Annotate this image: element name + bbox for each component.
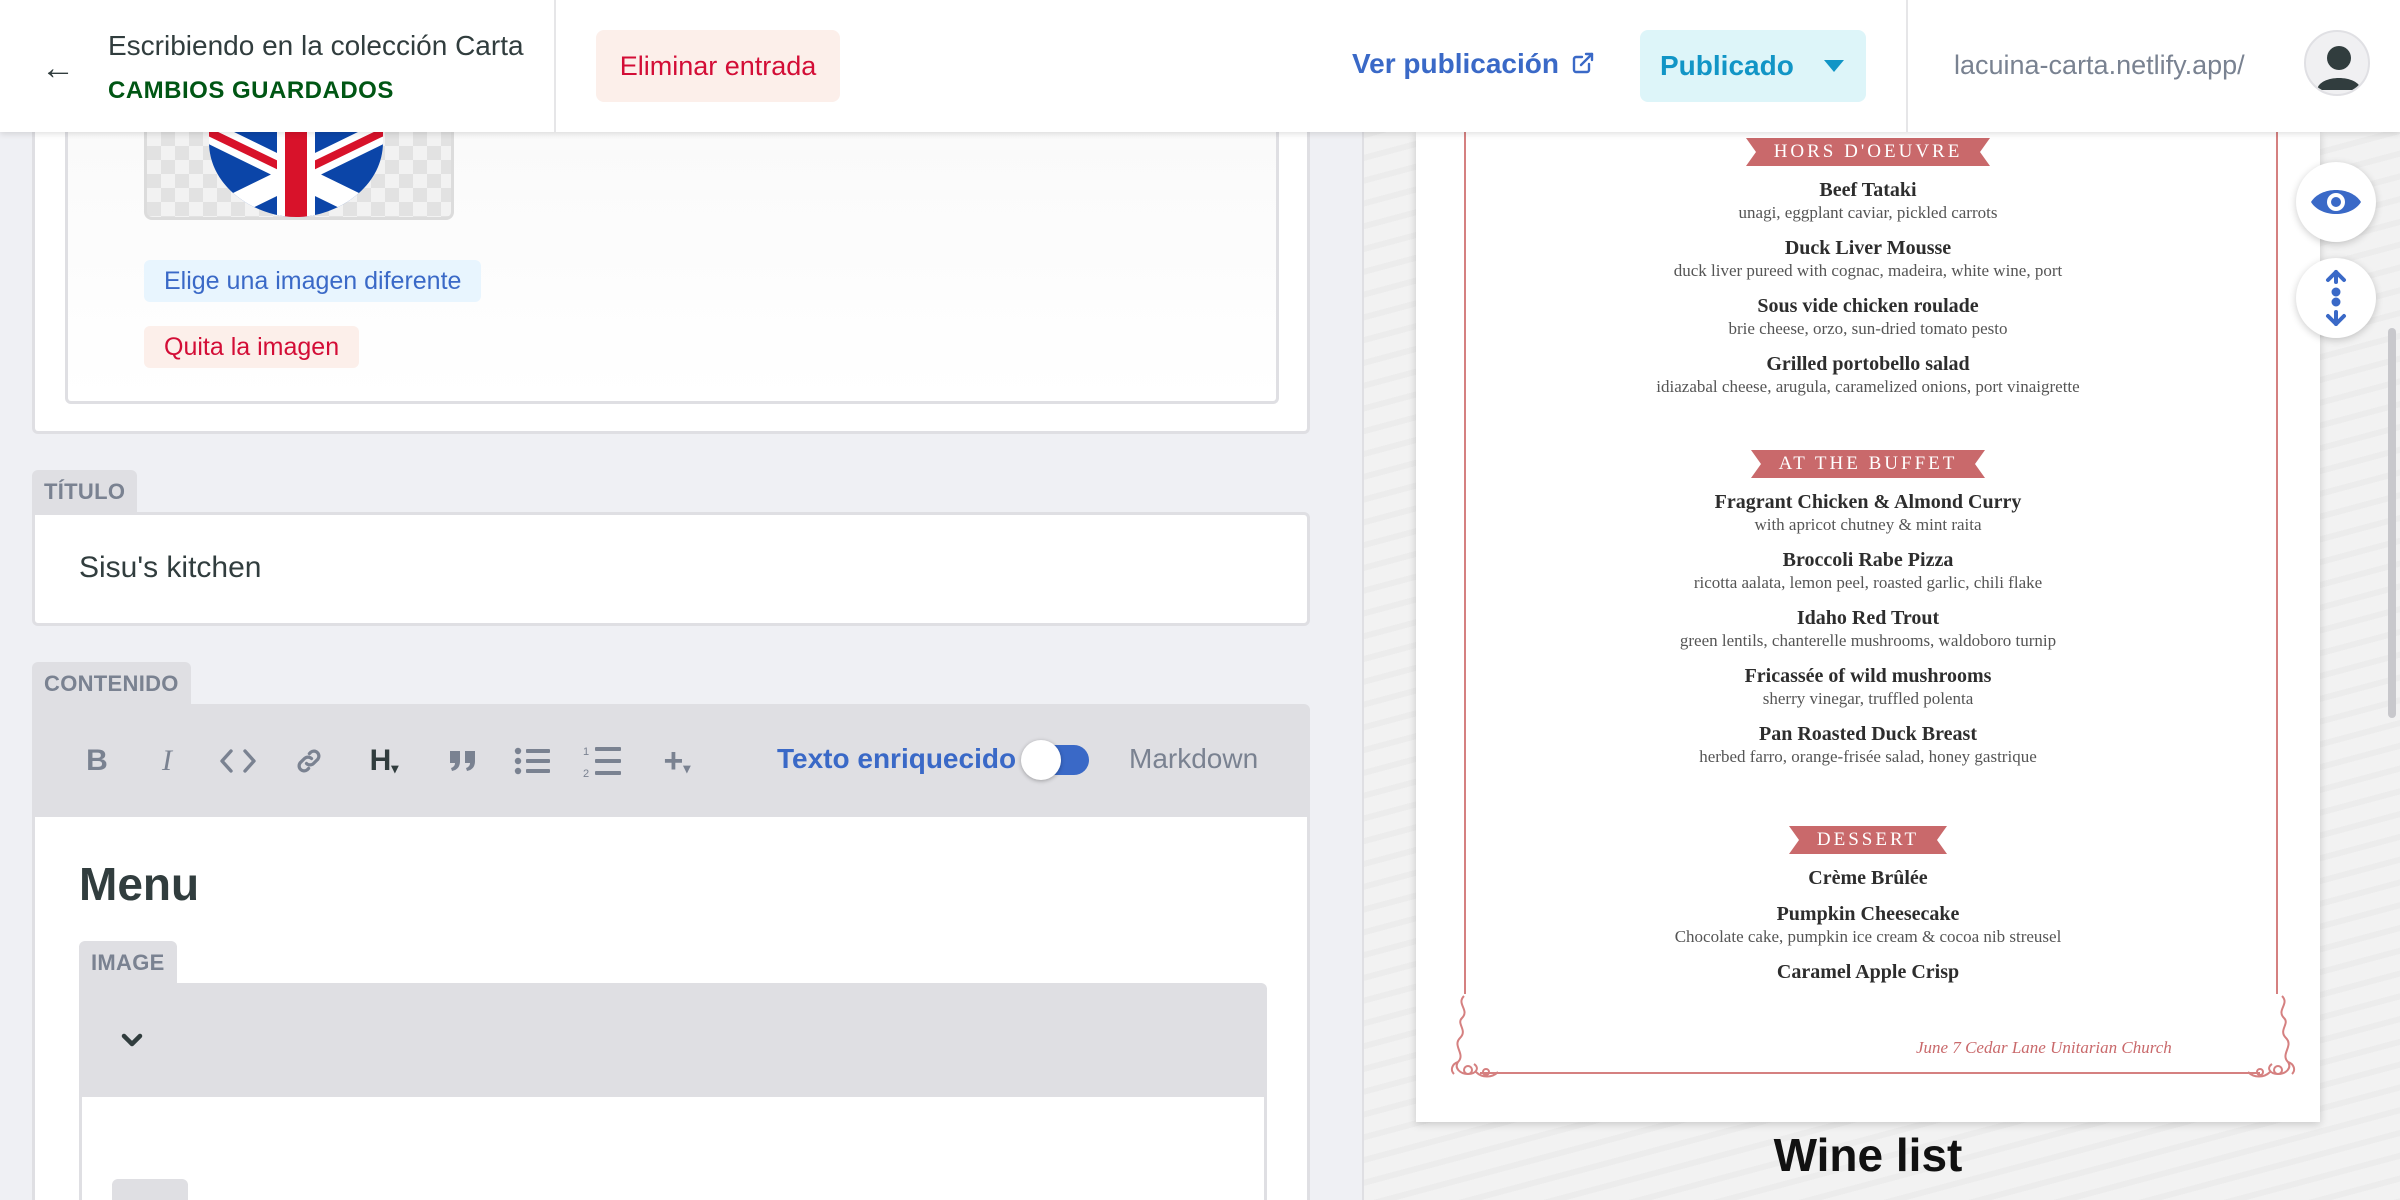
- menu-item-name: Pumpkin Cheesecake: [1776, 903, 1960, 925]
- menu-item-name: Crème Brûlée: [1808, 867, 1928, 889]
- menu-border-bottom: [1480, 1072, 2260, 1074]
- view-publication-label: Ver publicación: [1352, 48, 1559, 79]
- menu-section-hors-doeuvre: HORS D'OEUVRE Beef Tataki unagi, eggplan…: [1416, 138, 2320, 398]
- svg-text:1: 1: [583, 746, 589, 758]
- menu-section-dessert: DESSERT Crème Brûlée Pumpkin Cheesecake …: [1416, 826, 2320, 984]
- publish-status-dropdown[interactable]: Publicado: [1640, 30, 1866, 102]
- uk-flag-icon: [144, 132, 454, 220]
- menu-item-name: Grilled portobello salad: [1766, 353, 1970, 375]
- preview-visibility-button[interactable]: [2296, 162, 2376, 242]
- add-block-dropdown-icon[interactable]: + ▾: [653, 741, 701, 781]
- link-icon[interactable]: [289, 741, 329, 781]
- editor-topbar: ← Escribiendo en la colección Carta CAMB…: [0, 0, 2400, 132]
- preview-pane: HORS D'OEUVRE Beef Tataki unagi, eggplan…: [1364, 132, 2400, 1200]
- editor-pane: Elige una imagen diferente Quita la imag…: [0, 132, 1362, 1200]
- remove-image-button[interactable]: Quita la imagen: [144, 326, 360, 368]
- chevron-down-icon[interactable]: [111, 1019, 153, 1061]
- menu-item-name: Caramel Apple Crisp: [1776, 961, 1960, 983]
- menu-item-desc: green lentils, chanterelle mushrooms, wa…: [1679, 631, 2057, 650]
- site-url-link[interactable]: lacuina-carta.netlify.app/: [1954, 50, 2245, 81]
- menu-item-name: Broccoli Rabe Pizza: [1782, 549, 1954, 571]
- sync-scroll-button[interactable]: [2296, 258, 2376, 338]
- publish-status-label: Publicado: [1660, 50, 1794, 81]
- menu-item-desc: with apricot chutney & mint raita: [1754, 515, 1982, 534]
- collection-title: Escribiendo en la colección Carta: [108, 30, 524, 61]
- topbar-divider: [1906, 0, 1908, 132]
- section-banner: AT THE BUFFET: [1750, 450, 1986, 478]
- quote-icon[interactable]: [443, 741, 483, 781]
- bulleted-list-icon[interactable]: [511, 741, 555, 781]
- heading-dropdown-icon[interactable]: H ▾: [359, 741, 409, 781]
- italic-icon[interactable]: I: [149, 741, 185, 781]
- view-publication-link[interactable]: Ver publicación: [1352, 48, 1595, 80]
- menu-item-name: Fragrant Chicken & Almond Curry: [1714, 491, 2022, 513]
- image-block-field-label: [112, 1179, 188, 1200]
- heading-icon: H: [369, 744, 392, 777]
- bold-icon[interactable]: B: [79, 741, 115, 781]
- section-banner: HORS D'OEUVRE: [1745, 138, 1991, 166]
- title-field[interactable]: Sisu's kitchen: [32, 512, 1310, 626]
- toggle-knob: [1021, 740, 1061, 780]
- external-link-icon: [1572, 52, 1594, 74]
- caret-down-icon: [1824, 60, 1844, 72]
- rich-text-mode-label[interactable]: Texto enriquecido: [777, 743, 1016, 775]
- plus-icon: +: [663, 741, 684, 780]
- image-field-widget: Elige una imagen diferente Quita la imag…: [32, 132, 1310, 434]
- content-editor[interactable]: B I H ▾ 12 + ▾ Texto enriquecido Markdow…: [32, 704, 1310, 1200]
- section-banner: DESSERT: [1788, 826, 1948, 854]
- flourish-left-icon: [1450, 995, 1499, 1078]
- menu-item-desc: unagi, eggplant caviar, pickled carrots: [1738, 203, 1998, 222]
- menu-item-desc: brie cheese, orzo, sun-dried tomato pest…: [1728, 319, 2008, 338]
- choose-image-button[interactable]: Elige una imagen diferente: [144, 260, 482, 302]
- menu-item-desc: idiazabal cheese, arugula, caramelized o…: [1656, 377, 2080, 396]
- menu-item-desc: Chocolate cake, pumpkin ice cream & coco…: [1674, 927, 2062, 946]
- menu-item-name: Fricassée of wild mushrooms: [1744, 665, 1992, 687]
- menu-item-desc: sherry vinegar, truffled polenta: [1762, 689, 1974, 708]
- menu-section-buffet: AT THE BUFFET Fragrant Chicken & Almond …: [1416, 450, 2320, 768]
- menu-item-name: Idaho Red Trout: [1796, 607, 1940, 629]
- title-input-value[interactable]: Sisu's kitchen: [79, 551, 261, 585]
- svg-text:2: 2: [583, 768, 589, 778]
- image-block-body: [79, 1097, 1267, 1200]
- numbered-list-icon[interactable]: 12: [581, 741, 625, 781]
- menu-item-name: Pan Roasted Duck Breast: [1759, 723, 1977, 745]
- image-block-label: IMAGE: [79, 941, 177, 985]
- editor-mode-toggle[interactable]: [1021, 740, 1089, 780]
- menu-item-desc: ricotta aalata, lemon peel, roasted garl…: [1693, 573, 2043, 592]
- menu-item-desc: duck liver pureed with cognac, madeira, …: [1673, 261, 2063, 280]
- wine-list-heading: Wine list: [1773, 1129, 1963, 1181]
- markdown-mode-label[interactable]: Markdown: [1129, 743, 1258, 775]
- caret-down-icon: ▾: [683, 759, 691, 776]
- flourish-right-icon: [2247, 995, 2296, 1078]
- image-preview-panel: Elige una imagen diferente Quita la imag…: [65, 132, 1279, 404]
- save-status: CAMBIOS GUARDADOS: [108, 77, 394, 104]
- content-field-label: CONTENIDO: [32, 662, 191, 706]
- preview-scrollbar[interactable]: [2388, 328, 2396, 718]
- menu-item-name: Beef Tataki: [1819, 179, 1917, 201]
- menu-item-desc: herbed farro, orange-frisée salad, honey…: [1699, 747, 2037, 766]
- menu-card: HORS D'OEUVRE Beef Tataki unagi, eggplan…: [1416, 132, 2320, 1122]
- delete-entry-button[interactable]: Eliminar entrada: [596, 30, 840, 102]
- caret-down-icon: ▾: [391, 759, 399, 776]
- topbar-divider: [554, 0, 556, 132]
- markdown-toolbar: B I H ▾ 12 + ▾ Texto enriquecido Markdow…: [35, 707, 1307, 817]
- image-block-header: [79, 983, 1267, 1097]
- menu-footer-note: June 7 Cedar Lane Unitarian Church: [1916, 1038, 2172, 1057]
- eye-icon: [2311, 190, 2361, 214]
- user-avatar-icon[interactable]: [2304, 30, 2370, 96]
- code-icon[interactable]: [215, 741, 261, 781]
- back-arrow-icon[interactable]: ←: [38, 48, 78, 88]
- menu-item-name: Duck Liver Mousse: [1784, 237, 1952, 259]
- sync-scroll-icon: [2326, 270, 2346, 326]
- menu-item-name: Sous vide chicken roulade: [1757, 295, 1979, 317]
- title-field-label: TÍTULO: [32, 470, 138, 514]
- content-heading[interactable]: Menu: [79, 857, 199, 911]
